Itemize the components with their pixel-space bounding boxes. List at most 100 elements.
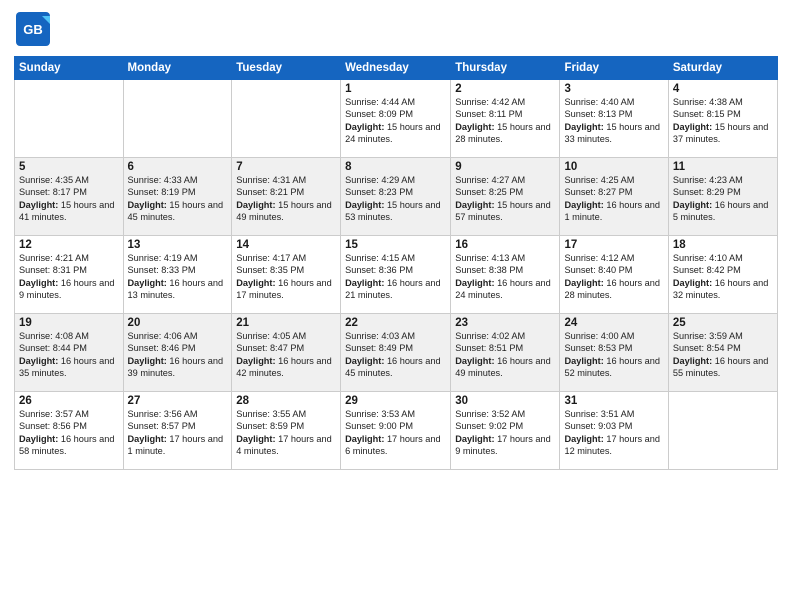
sunrise-text: Sunrise: 4:44 AM — [345, 96, 446, 108]
daylight-text: Daylight: 16 hours and 9 minutes. — [19, 277, 119, 302]
day-cell: 15Sunrise: 4:15 AMSunset: 8:36 PMDayligh… — [341, 236, 451, 314]
daylight-text: Daylight: 17 hours and 1 minute. — [128, 433, 228, 458]
day-cell: 17Sunrise: 4:12 AMSunset: 8:40 PMDayligh… — [560, 236, 668, 314]
col-header-saturday: Saturday — [668, 57, 777, 80]
day-info: Sunrise: 4:12 AMSunset: 8:40 PMDaylight:… — [564, 252, 663, 302]
daylight-text: Daylight: 16 hours and 55 minutes. — [673, 355, 773, 380]
daylight-text: Daylight: 17 hours and 6 minutes. — [345, 433, 446, 458]
daylight-text: Daylight: 15 hours and 57 minutes. — [455, 199, 555, 224]
daylight-text: Daylight: 16 hours and 28 minutes. — [564, 277, 663, 302]
day-number: 4 — [673, 83, 773, 95]
sunrise-text: Sunrise: 4:19 AM — [128, 252, 228, 264]
day-number: 21 — [236, 317, 336, 329]
daylight-text: Daylight: 16 hours and 58 minutes. — [19, 433, 119, 458]
day-number: 3 — [564, 83, 663, 95]
day-number: 12 — [19, 239, 119, 251]
day-cell: 13Sunrise: 4:19 AMSunset: 8:33 PMDayligh… — [123, 236, 232, 314]
sunrise-text: Sunrise: 3:51 AM — [564, 408, 663, 420]
day-info: Sunrise: 4:17 AMSunset: 8:35 PMDaylight:… — [236, 252, 336, 302]
sunset-text: Sunset: 8:17 PM — [19, 186, 119, 198]
day-cell: 26Sunrise: 3:57 AMSunset: 8:56 PMDayligh… — [15, 392, 124, 470]
day-number: 6 — [128, 161, 228, 173]
daylight-text: Daylight: 16 hours and 35 minutes. — [19, 355, 119, 380]
week-row-2: 5Sunrise: 4:35 AMSunset: 8:17 PMDaylight… — [15, 158, 778, 236]
day-info: Sunrise: 4:10 AMSunset: 8:42 PMDaylight:… — [673, 252, 773, 302]
sunset-text: Sunset: 8:54 PM — [673, 342, 773, 354]
day-cell: 11Sunrise: 4:23 AMSunset: 8:29 PMDayligh… — [668, 158, 777, 236]
daylight-text: Daylight: 16 hours and 21 minutes. — [345, 277, 446, 302]
week-row-4: 19Sunrise: 4:08 AMSunset: 8:44 PMDayligh… — [15, 314, 778, 392]
sunrise-text: Sunrise: 4:40 AM — [564, 96, 663, 108]
sunrise-text: Sunrise: 4:33 AM — [128, 174, 228, 186]
day-number: 22 — [345, 317, 446, 329]
day-info: Sunrise: 4:38 AMSunset: 8:15 PMDaylight:… — [673, 96, 773, 146]
day-cell: 23Sunrise: 4:02 AMSunset: 8:51 PMDayligh… — [451, 314, 560, 392]
day-info: Sunrise: 3:51 AMSunset: 9:03 PMDaylight:… — [564, 408, 663, 458]
sunset-text: Sunset: 9:02 PM — [455, 420, 555, 432]
sunset-text: Sunset: 8:40 PM — [564, 264, 663, 276]
day-info: Sunrise: 4:19 AMSunset: 8:33 PMDaylight:… — [128, 252, 228, 302]
day-info: Sunrise: 4:42 AMSunset: 8:11 PMDaylight:… — [455, 96, 555, 146]
day-info: Sunrise: 4:21 AMSunset: 8:31 PMDaylight:… — [19, 252, 119, 302]
sunset-text: Sunset: 8:21 PM — [236, 186, 336, 198]
daylight-text: Daylight: 16 hours and 32 minutes. — [673, 277, 773, 302]
sunset-text: Sunset: 9:00 PM — [345, 420, 446, 432]
day-number: 31 — [564, 395, 663, 407]
sunrise-text: Sunrise: 4:21 AM — [19, 252, 119, 264]
day-info: Sunrise: 3:56 AMSunset: 8:57 PMDaylight:… — [128, 408, 228, 458]
daylight-text: Daylight: 15 hours and 24 minutes. — [345, 121, 446, 146]
sunset-text: Sunset: 8:23 PM — [345, 186, 446, 198]
daylight-text: Daylight: 17 hours and 12 minutes. — [564, 433, 663, 458]
sunset-text: Sunset: 8:33 PM — [128, 264, 228, 276]
sunrise-text: Sunrise: 4:03 AM — [345, 330, 446, 342]
daylight-text: Daylight: 16 hours and 39 minutes. — [128, 355, 228, 380]
day-info: Sunrise: 4:29 AMSunset: 8:23 PMDaylight:… — [345, 174, 446, 224]
day-cell: 16Sunrise: 4:13 AMSunset: 8:38 PMDayligh… — [451, 236, 560, 314]
day-cell: 5Sunrise: 4:35 AMSunset: 8:17 PMDaylight… — [15, 158, 124, 236]
daylight-text: Daylight: 15 hours and 49 minutes. — [236, 199, 336, 224]
daylight-text: Daylight: 15 hours and 53 minutes. — [345, 199, 446, 224]
day-number: 8 — [345, 161, 446, 173]
col-header-sunday: Sunday — [15, 57, 124, 80]
sunrise-text: Sunrise: 4:06 AM — [128, 330, 228, 342]
week-row-3: 12Sunrise: 4:21 AMSunset: 8:31 PMDayligh… — [15, 236, 778, 314]
col-header-wednesday: Wednesday — [341, 57, 451, 80]
logo-icon: GB — [14, 10, 52, 48]
sunset-text: Sunset: 8:36 PM — [345, 264, 446, 276]
daylight-text: Daylight: 15 hours and 33 minutes. — [564, 121, 663, 146]
day-number: 1 — [345, 83, 446, 95]
sunset-text: Sunset: 8:19 PM — [128, 186, 228, 198]
day-cell: 7Sunrise: 4:31 AMSunset: 8:21 PMDaylight… — [232, 158, 341, 236]
sunrise-text: Sunrise: 4:25 AM — [564, 174, 663, 186]
sunset-text: Sunset: 8:51 PM — [455, 342, 555, 354]
day-number: 19 — [19, 317, 119, 329]
day-number: 27 — [128, 395, 228, 407]
day-info: Sunrise: 4:02 AMSunset: 8:51 PMDaylight:… — [455, 330, 555, 380]
sunrise-text: Sunrise: 3:52 AM — [455, 408, 555, 420]
sunrise-text: Sunrise: 4:12 AM — [564, 252, 663, 264]
day-info: Sunrise: 3:52 AMSunset: 9:02 PMDaylight:… — [455, 408, 555, 458]
day-number: 2 — [455, 83, 555, 95]
day-info: Sunrise: 3:59 AMSunset: 8:54 PMDaylight:… — [673, 330, 773, 380]
sunset-text: Sunset: 9:03 PM — [564, 420, 663, 432]
day-number: 14 — [236, 239, 336, 251]
day-number: 24 — [564, 317, 663, 329]
day-info: Sunrise: 4:08 AMSunset: 8:44 PMDaylight:… — [19, 330, 119, 380]
sunset-text: Sunset: 8:13 PM — [564, 108, 663, 120]
day-cell — [15, 80, 124, 158]
daylight-text: Daylight: 17 hours and 9 minutes. — [455, 433, 555, 458]
day-number: 30 — [455, 395, 555, 407]
week-row-1: 1Sunrise: 4:44 AMSunset: 8:09 PMDaylight… — [15, 80, 778, 158]
header-row: SundayMondayTuesdayWednesdayThursdayFrid… — [15, 57, 778, 80]
day-number: 18 — [673, 239, 773, 251]
sunset-text: Sunset: 8:42 PM — [673, 264, 773, 276]
day-number: 10 — [564, 161, 663, 173]
sunrise-text: Sunrise: 3:53 AM — [345, 408, 446, 420]
daylight-text: Daylight: 15 hours and 41 minutes. — [19, 199, 119, 224]
sunset-text: Sunset: 8:57 PM — [128, 420, 228, 432]
day-cell — [668, 392, 777, 470]
day-info: Sunrise: 4:27 AMSunset: 8:25 PMDaylight:… — [455, 174, 555, 224]
day-number: 7 — [236, 161, 336, 173]
sunset-text: Sunset: 8:09 PM — [345, 108, 446, 120]
day-info: Sunrise: 3:53 AMSunset: 9:00 PMDaylight:… — [345, 408, 446, 458]
